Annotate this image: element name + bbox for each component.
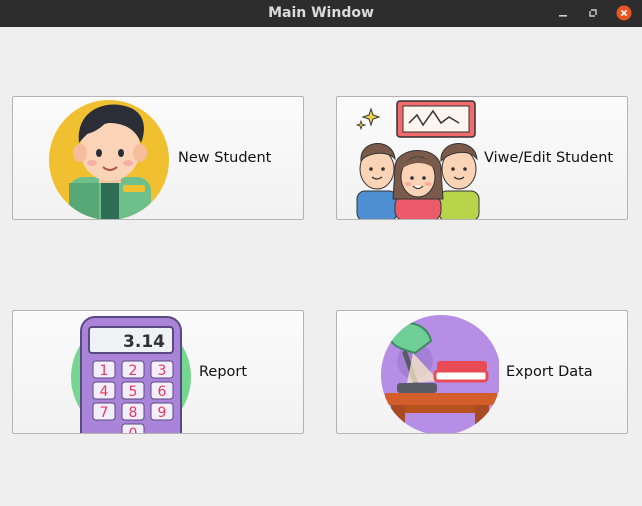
- calculator-key-label: 7: [100, 405, 109, 421]
- export-data-button[interactable]: Export Data: [336, 310, 628, 434]
- student-avatar-icon: [49, 100, 169, 219]
- calculator-key-label: 8: [129, 405, 138, 421]
- calculator-key-label: 4: [100, 384, 109, 400]
- calculator-key-label: 3: [158, 363, 167, 379]
- calculator-key-label: 6: [158, 384, 167, 400]
- new-student-button[interactable]: New Student: [12, 96, 304, 220]
- calculator-key-label: 0: [129, 426, 138, 433]
- view-edit-student-label: Viwe/Edit Student: [484, 150, 614, 166]
- calculator-key-label: 1: [100, 363, 109, 379]
- desk-lamp-icon: [381, 315, 499, 433]
- maximize-icon[interactable]: [585, 5, 601, 21]
- calculator-key-label: 5: [129, 384, 138, 400]
- students-group-icon: [355, 100, 480, 219]
- calculator-key-label: 2: [129, 363, 138, 379]
- window-titlebar[interactable]: Main Window: [0, 0, 642, 27]
- export-data-label: Export Data: [506, 364, 593, 380]
- calculator-display: 3.14: [123, 332, 165, 352]
- calculator-icon: 3.14 1 2 3 4 5 6 7 8 9 0: [71, 316, 191, 433]
- main-content: New Student Viwe/Edit Student 3.14 1 2 3…: [0, 27, 642, 506]
- minimize-icon[interactable]: [555, 5, 571, 21]
- view-edit-student-button[interactable]: Viwe/Edit Student: [336, 96, 628, 220]
- close-icon[interactable]: [616, 5, 632, 21]
- window-title: Main Window: [268, 5, 374, 21]
- report-label: Report: [199, 364, 248, 380]
- calculator-key-label: 9: [158, 405, 167, 421]
- new-student-label: New Student: [178, 150, 272, 166]
- report-button[interactable]: 3.14 1 2 3 4 5 6 7 8 9 0 Report: [12, 310, 304, 434]
